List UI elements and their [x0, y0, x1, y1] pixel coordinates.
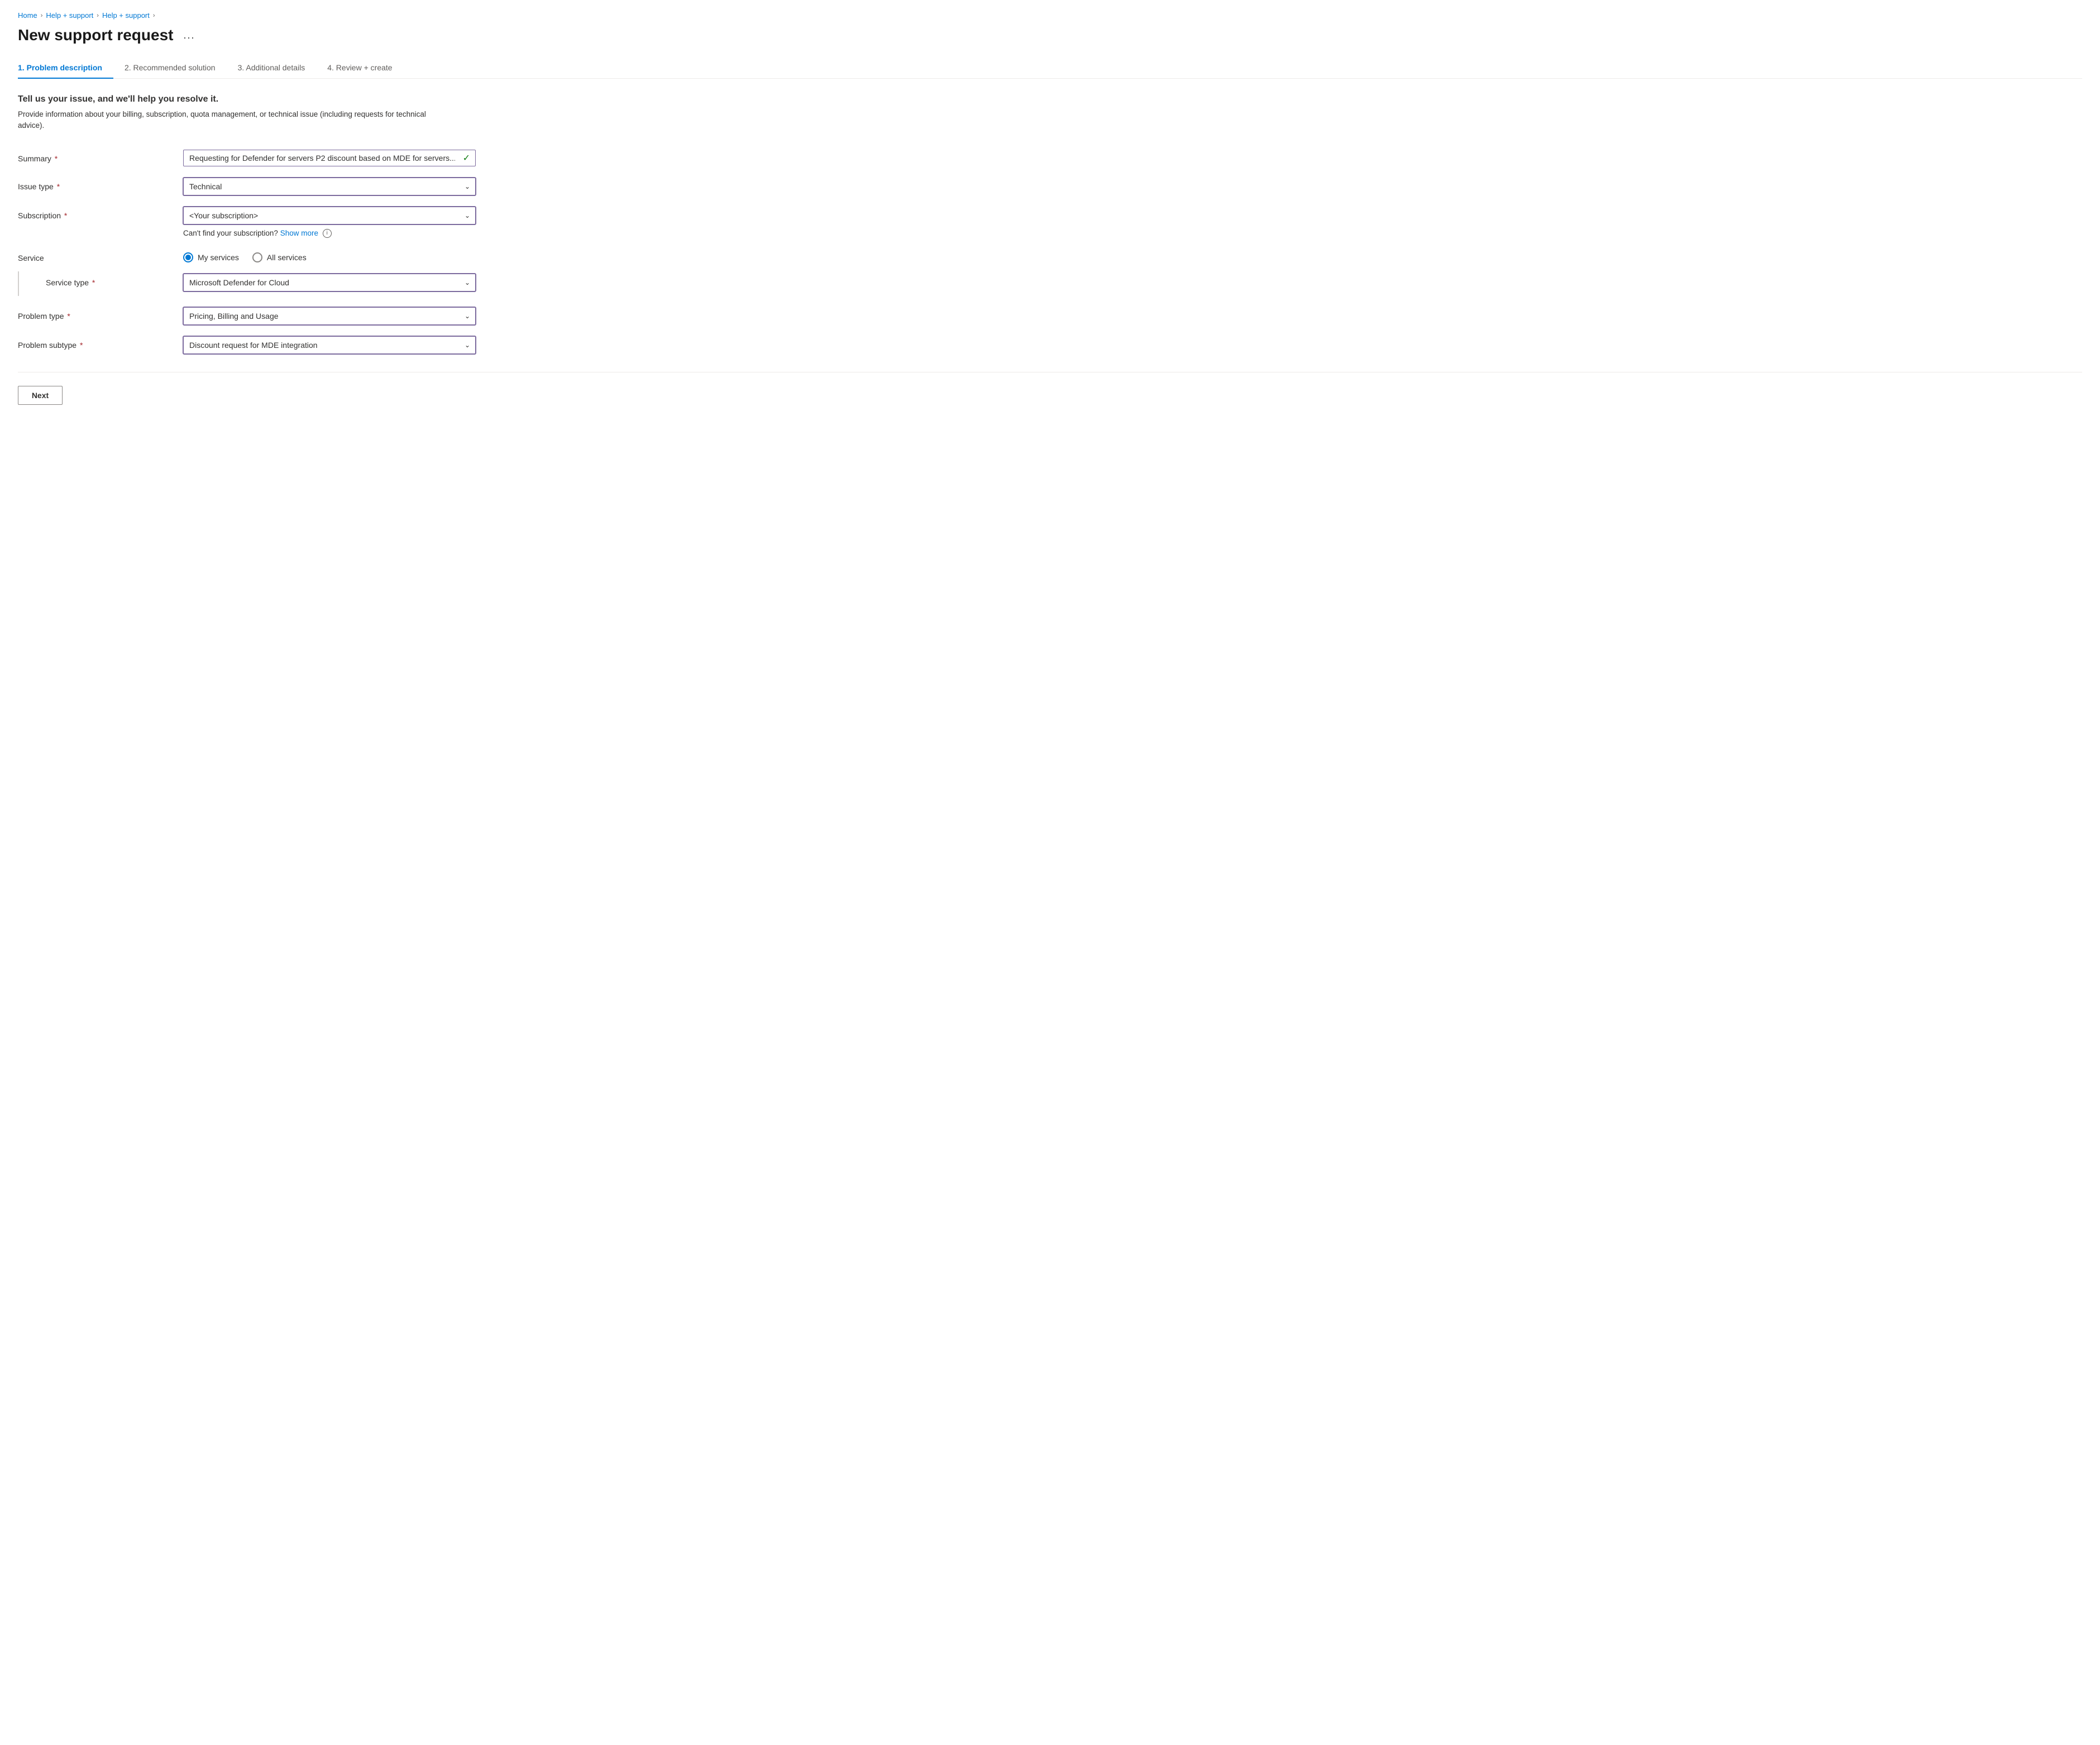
subscription-control: <Your subscription> ⌄ Can't find your su… — [183, 207, 476, 238]
subscription-info-icon[interactable]: i — [323, 229, 332, 238]
breadcrumb-sep-3: › — [153, 12, 155, 19]
issue-type-label: Issue type * — [18, 178, 174, 191]
summary-control: ✓ — [183, 150, 476, 166]
summary-input[interactable] — [183, 150, 476, 166]
breadcrumb-home[interactable]: Home — [18, 11, 37, 20]
breadcrumb-help-support-1[interactable]: Help + support — [46, 11, 93, 20]
page-title-row: New support request ... — [18, 26, 2082, 44]
service-type-select-wrapper: Microsoft Defender for Cloud ⌄ — [183, 274, 476, 291]
subscription-label: Subscription * — [18, 207, 174, 220]
breadcrumb-help-support-2[interactable]: Help + support — [102, 11, 150, 20]
service-type-select[interactable]: Microsoft Defender for Cloud — [183, 274, 476, 291]
section-title: Tell us your issue, and we'll help you r… — [18, 94, 476, 104]
problem-subtype-row: Problem subtype * Discount request for M… — [18, 336, 476, 354]
summary-label: Summary * — [18, 150, 174, 163]
tab-bar: 1. Problem description 2. Recommended so… — [18, 58, 2082, 79]
problem-subtype-required: * — [78, 341, 83, 350]
problem-subtype-select-wrapper: Discount request for MDE integration ⌄ — [183, 336, 476, 354]
summary-required: * — [52, 154, 58, 163]
subscription-select-wrapper: <Your subscription> ⌄ — [183, 207, 476, 224]
breadcrumb-sep-2: › — [97, 12, 99, 19]
issue-type-select[interactable]: Technical — [183, 178, 476, 195]
next-button[interactable]: Next — [18, 386, 63, 405]
issue-type-select-wrapper: Technical ⌄ — [183, 178, 476, 195]
problem-type-label: Problem type * — [18, 307, 174, 321]
problem-subtype-control: Discount request for MDE integration ⌄ — [183, 336, 476, 354]
service-radio-group: My services All services — [183, 249, 476, 262]
problem-type-row: Problem type * Pricing, Billing and Usag… — [18, 307, 476, 325]
service-type-control: Microsoft Defender for Cloud ⌄ — [183, 274, 476, 291]
my-services-option[interactable]: My services — [183, 252, 239, 262]
show-more-link[interactable]: Show more — [280, 229, 318, 237]
issue-type-control: Technical ⌄ — [183, 178, 476, 195]
problem-type-control: Pricing, Billing and Usage ⌄ — [183, 307, 476, 325]
service-label: Service — [18, 249, 174, 262]
subscription-required: * — [62, 211, 67, 220]
subscription-select[interactable]: <Your subscription> — [183, 207, 476, 224]
cant-find-subscription: Can't find your subscription? Show more … — [183, 229, 476, 238]
ellipsis-menu-button[interactable]: ... — [180, 27, 198, 44]
service-row: Service My services All services — [18, 249, 476, 262]
tab-recommended-solution[interactable]: 2. Recommended solution — [113, 58, 227, 79]
summary-input-wrapper: ✓ — [183, 150, 476, 166]
all-services-option[interactable]: All services — [252, 252, 307, 262]
my-services-radio-icon — [183, 252, 193, 262]
action-bar: Next — [18, 386, 2082, 405]
service-type-label: Service type * — [18, 274, 174, 296]
problem-subtype-label: Problem subtype * — [18, 336, 174, 350]
service-type-required: * — [90, 278, 95, 287]
section-desc: Provide information about your billing, … — [18, 109, 442, 132]
tab-problem-description[interactable]: 1. Problem description — [18, 58, 113, 79]
all-services-radio-icon — [252, 252, 262, 262]
subscription-row: Subscription * <Your subscription> ⌄ Can… — [18, 207, 476, 238]
problem-type-required: * — [65, 312, 70, 321]
form-area: Tell us your issue, and we'll help you r… — [18, 94, 476, 354]
issue-type-row: Issue type * Technical ⌄ — [18, 178, 476, 195]
summary-row: Summary * ✓ — [18, 150, 476, 166]
breadcrumb-sep-1: › — [41, 12, 43, 19]
tab-additional-details[interactable]: 3. Additional details — [227, 58, 317, 79]
service-control: My services All services — [183, 249, 476, 262]
problem-type-select-wrapper: Pricing, Billing and Usage ⌄ — [183, 307, 476, 325]
tab-review-create[interactable]: 4. Review + create — [316, 58, 403, 79]
problem-subtype-select[interactable]: Discount request for MDE integration — [183, 336, 476, 354]
service-type-row: Service type * Microsoft Defender for Cl… — [18, 274, 476, 296]
problem-type-select[interactable]: Pricing, Billing and Usage — [183, 307, 476, 325]
summary-checkmark-icon: ✓ — [463, 152, 470, 164]
issue-type-required: * — [55, 182, 60, 191]
breadcrumb: Home › Help + support › Help + support › — [18, 11, 2082, 20]
page-title: New support request — [18, 26, 173, 44]
